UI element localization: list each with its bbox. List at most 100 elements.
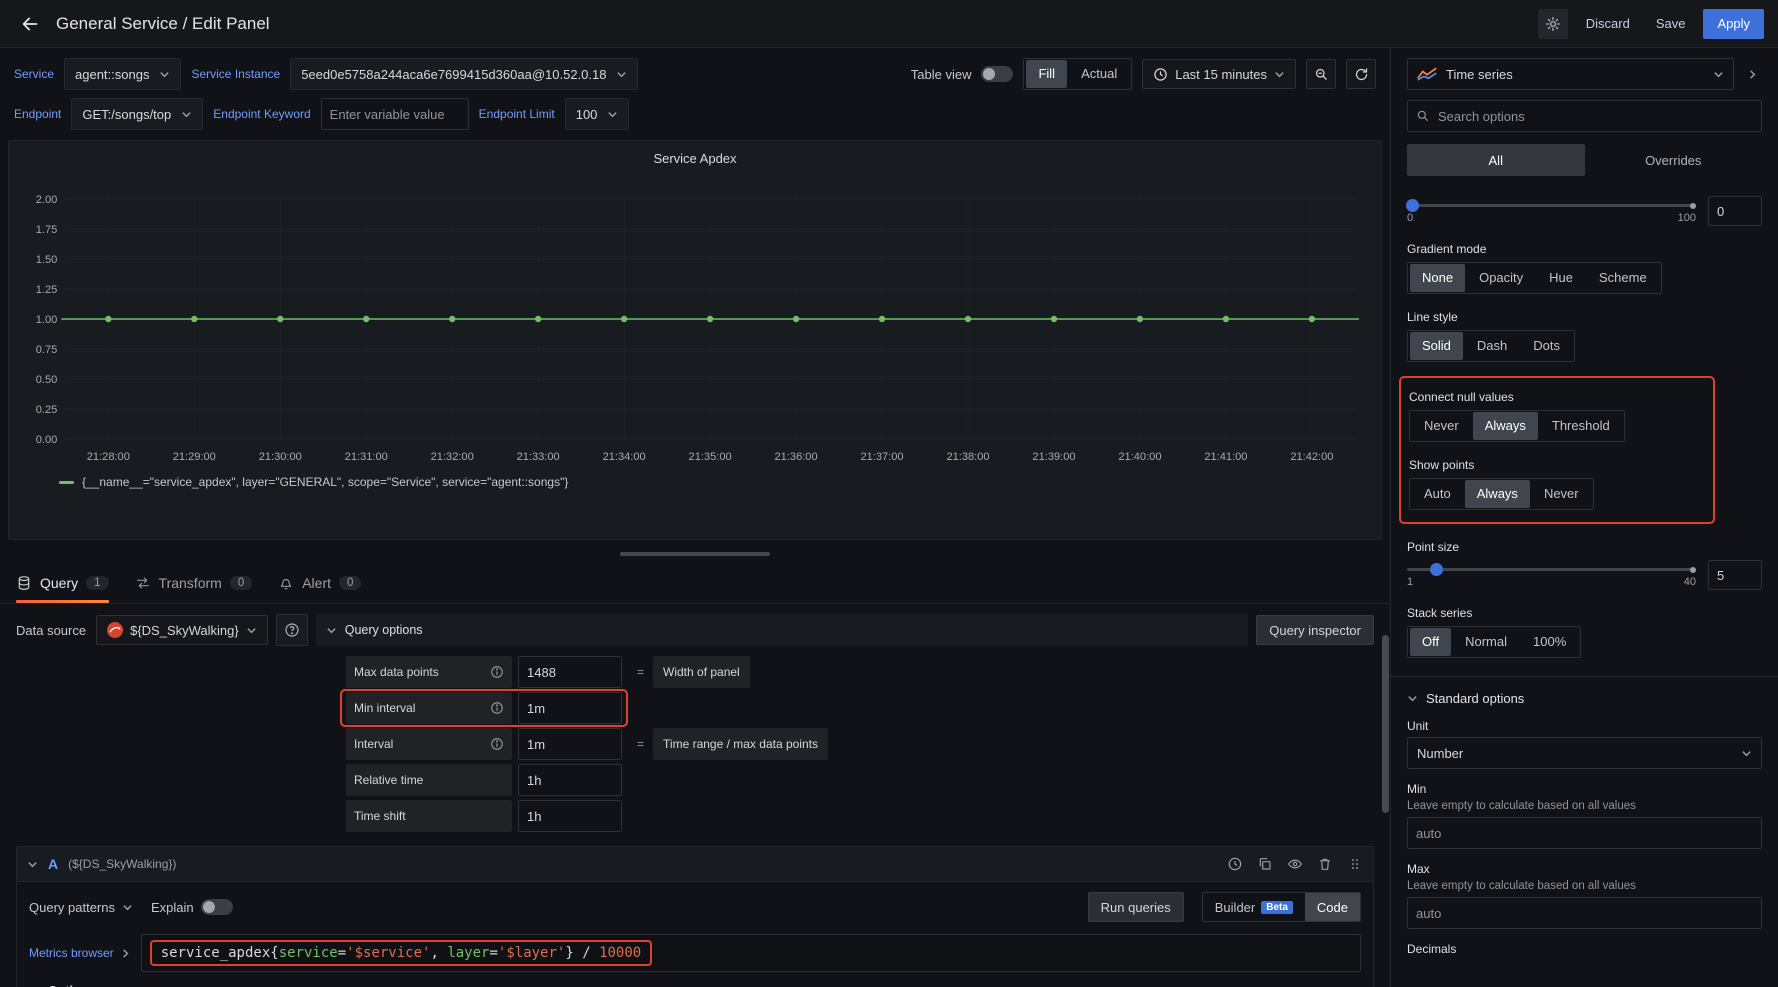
slider-knob[interactable]: [1406, 199, 1419, 212]
builder-mode-button[interactable]: Builder Beta: [1203, 893, 1305, 921]
max-data-points-row: Max data points = Width of panel: [346, 654, 1374, 690]
transform-count-badge: 0: [230, 576, 252, 590]
editor-tabs: Query 1 Transform 0 Alert 0: [0, 562, 1390, 604]
content: Service agent::songs Service Instance 5e…: [0, 48, 1778, 987]
option-none[interactable]: None: [1410, 264, 1465, 292]
visualization-picker[interactable]: Time series: [1407, 58, 1734, 90]
drag-handle-icon[interactable]: [1347, 856, 1363, 872]
endpoint-limit-select[interactable]: 100: [565, 98, 630, 130]
slider-knob[interactable]: [1430, 563, 1443, 576]
option-100%[interactable]: 100%: [1521, 628, 1578, 656]
splitter-row: [0, 546, 1390, 562]
eye-icon[interactable]: [1287, 856, 1303, 872]
option-dash[interactable]: Dash: [1465, 332, 1519, 360]
option-always[interactable]: Always: [1473, 412, 1538, 440]
metrics-browser-button[interactable]: Metrics browser: [29, 946, 131, 960]
svg-text:0.50: 0.50: [36, 374, 58, 386]
min-input[interactable]: [1407, 817, 1762, 849]
back-button[interactable]: [14, 8, 46, 40]
promql-code-editor[interactable]: service_apdex{service='$service', layer=…: [141, 934, 1361, 972]
trash-icon[interactable]: [1317, 856, 1333, 872]
point-size-value-input[interactable]: [1708, 560, 1762, 590]
option-off[interactable]: Off: [1410, 628, 1451, 656]
options-search[interactable]: [1407, 100, 1762, 132]
option-auto[interactable]: Auto: [1412, 480, 1463, 508]
pane-resize-handle[interactable]: [620, 552, 770, 556]
time-shift-input[interactable]: [518, 800, 622, 832]
query-inspector-button[interactable]: Query inspector: [1256, 615, 1374, 645]
point-size-row: 1 40: [1407, 560, 1762, 590]
refresh-button[interactable]: [1346, 59, 1376, 89]
unit-select[interactable]: Number: [1407, 737, 1762, 769]
service-variable-select[interactable]: agent::songs: [64, 58, 181, 90]
save-button[interactable]: Save: [1648, 9, 1694, 39]
discard-button[interactable]: Discard: [1578, 9, 1638, 39]
endpoint-variable-select[interactable]: GET:/songs/top: [71, 98, 203, 130]
code-mode-button[interactable]: Code: [1305, 893, 1360, 921]
query-options-label: Query options: [345, 623, 423, 637]
standard-options-section[interactable]: Standard options: [1407, 691, 1762, 706]
option-hue[interactable]: Hue: [1537, 264, 1585, 292]
max-input[interactable]: [1407, 897, 1762, 929]
service-instance-variable-select[interactable]: 5eed0e5758a244aca6e7699415d360aa@10.52.0…: [290, 58, 638, 90]
explain-toggle[interactable]: [201, 899, 233, 915]
query-patterns-dropdown[interactable]: Query patterns: [29, 900, 133, 915]
option-scheme[interactable]: Scheme: [1587, 264, 1659, 292]
min-interval-input[interactable]: [518, 692, 622, 724]
tab-all[interactable]: All: [1407, 144, 1585, 176]
tab-transform[interactable]: Transform 0: [135, 562, 253, 603]
max-data-points-input[interactable]: [518, 656, 622, 688]
run-queries-button[interactable]: Run queries: [1088, 892, 1184, 922]
endpoint-keyword-input[interactable]: [321, 98, 469, 130]
fill-opacity-value-input[interactable]: [1708, 196, 1762, 226]
tab-alert[interactable]: Alert 0: [278, 562, 361, 603]
time-range-picker[interactable]: Last 15 minutes: [1142, 59, 1296, 89]
table-view-toggle[interactable]: [981, 66, 1013, 82]
chevron-down-icon: [27, 859, 38, 870]
options-sidebar: Time series All Overrides: [1390, 48, 1778, 987]
copy-icon[interactable]: [1257, 856, 1273, 872]
panel-settings-button[interactable]: [1538, 9, 1568, 39]
unit-value: Number: [1417, 746, 1463, 761]
header-actions: Discard Save Apply: [1538, 9, 1764, 39]
scrollbar-thumb[interactable]: [1382, 635, 1389, 813]
option-threshold[interactable]: Threshold: [1540, 412, 1622, 440]
interval-input[interactable]: [518, 728, 622, 760]
datasource-help-button[interactable]: [276, 614, 308, 646]
datasource-value: ${DS_SkyWalking}: [130, 623, 239, 638]
option-normal[interactable]: Normal: [1453, 628, 1519, 656]
equals-sign: =: [634, 665, 647, 679]
apdex-line-chart[interactable]: 21:28:0021:29:0021:30:0021:31:0021:32:00…: [19, 171, 1371, 473]
option-always[interactable]: Always: [1465, 480, 1530, 508]
datasource-picker[interactable]: ${DS_SkyWalking}: [96, 615, 268, 645]
search-icon: [1416, 109, 1430, 123]
chevron-down-icon: [326, 625, 337, 636]
option-opacity[interactable]: Opacity: [1467, 264, 1535, 292]
apply-button[interactable]: Apply: [1703, 9, 1764, 39]
max-label: Max: [1407, 862, 1762, 876]
slider-max-label: 40: [1684, 576, 1696, 588]
fill-opacity-slider[interactable]: 0 100: [1407, 196, 1696, 226]
tab-query[interactable]: Query 1: [16, 562, 109, 603]
zoom-out-button[interactable]: [1306, 59, 1336, 89]
option-dots[interactable]: Dots: [1521, 332, 1572, 360]
query-row-header[interactable]: A (${DS_SkyWalking}): [16, 846, 1374, 882]
explain-control: Explain: [151, 899, 233, 915]
point-size-slider[interactable]: 1 40: [1407, 560, 1696, 590]
option-solid[interactable]: Solid: [1410, 332, 1463, 360]
tab-overrides[interactable]: Overrides: [1585, 144, 1763, 176]
option-never[interactable]: Never: [1532, 480, 1591, 508]
query-options-toggle[interactable]: Query options: [316, 614, 1249, 646]
refresh-icon: [1354, 67, 1369, 82]
option-never[interactable]: Never: [1412, 412, 1471, 440]
option-actual[interactable]: Actual: [1069, 60, 1129, 88]
relative-time-input[interactable]: [518, 764, 622, 796]
chart-legend[interactable]: {__name__="service_apdex", layer="GENERA…: [19, 475, 1371, 489]
svg-text:21:39:00: 21:39:00: [1032, 451, 1075, 463]
endpoint-variable-value: GET:/songs/top: [82, 107, 171, 122]
options-search-input[interactable]: [1438, 101, 1753, 131]
collapse-pane-button[interactable]: [1742, 58, 1762, 90]
option-fill[interactable]: Fill: [1026, 60, 1067, 88]
history-icon[interactable]: [1227, 856, 1243, 872]
visualization-name: Time series: [1446, 67, 1704, 82]
